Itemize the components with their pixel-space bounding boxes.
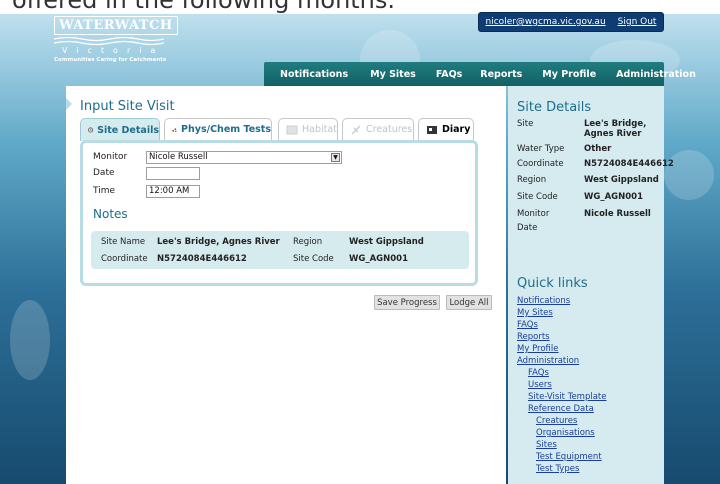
summary-site-name-value: Lee's Bridge, Agnes River [157, 237, 280, 247]
summary-coordinate-label: Coordinate [101, 254, 148, 264]
detail-value: WG_AGN001 [584, 192, 644, 202]
detail-key: Coordinate [517, 159, 564, 169]
clock-icon [88, 127, 94, 133]
summary-region-value: West Gippsland [349, 237, 424, 247]
nav-my-profile[interactable]: My Profile [542, 69, 596, 80]
tab-diary[interactable]: Diary [418, 118, 474, 140]
tab-habitat[interactable]: Habitat [278, 118, 338, 140]
detail-key: Site Code [517, 192, 558, 202]
summary-site-code-value: WG_AGN001 [349, 254, 409, 264]
notes-title: Notes [93, 207, 128, 221]
diary-icon [427, 125, 437, 134]
detail-value: West Gippsland [584, 175, 659, 185]
molecule-icon [172, 127, 177, 132]
time-input[interactable]: 12:00 AM [146, 185, 200, 198]
waterwatch-logo[interactable]: WATERWATCH Victoria Communities Caring f… [54, 14, 178, 70]
logo-wordmark: WATERWATCH [54, 16, 178, 35]
detail-region: Region West Gippsland [517, 175, 661, 187]
side-panel: Site Details Site Lee's Bridge, Agnes Ri… [508, 86, 674, 484]
monitor-row: Monitor Nicole Russell ▼ [93, 151, 473, 166]
habitat-icon [286, 125, 298, 134]
detail-monitor: Monitor Nicole Russell [517, 209, 661, 221]
sign-out-link[interactable]: Sign Out [618, 17, 657, 27]
page-title: Input Site Visit [80, 99, 175, 114]
quick-link-users[interactable]: Users [528, 380, 552, 390]
tab-creatures-label: Creatures [366, 124, 413, 135]
page-caption: offered in the following months. [12, 0, 396, 14]
quick-link-notifications[interactable]: Notifications [517, 296, 570, 306]
detail-date: Date [517, 223, 661, 235]
quick-link-sites[interactable]: Sites [536, 440, 557, 450]
time-label: Time [93, 186, 116, 196]
quick-link-my-sites[interactable]: My Sites [517, 308, 553, 318]
tab-diary-label: Diary [442, 124, 471, 135]
site-summary: Site Name Lee's Bridge, Agnes River Regi… [91, 231, 469, 269]
waves-icon [54, 36, 164, 46]
monitor-label: Monitor [93, 152, 128, 162]
time-row: Time 12:00 AM [93, 185, 473, 200]
tab-phys-chem-label: Phys/Chem Tests [181, 124, 271, 135]
summary-site-code-label: Site Code [293, 254, 334, 264]
site-details-form: Monitor Nicole Russell ▼ Date Time 12:00… [80, 140, 478, 286]
detail-key: Date [517, 223, 538, 233]
detail-value: Nicole Russell [584, 209, 651, 219]
quick-link-administration[interactable]: Administration [517, 356, 579, 366]
panel-pointer [66, 98, 72, 110]
account-email-link[interactable]: nicoler@wgcma.vic.gov.au [486, 17, 606, 27]
summary-region-label: Region [293, 237, 323, 247]
tab-habitat-label: Habitat [302, 124, 337, 135]
detail-water-type: Water Type Other [517, 144, 661, 156]
monitor-select[interactable]: Nicole Russell ▼ [146, 151, 342, 164]
quick-link-test-equipment[interactable]: Test Equipment [536, 452, 602, 462]
nav-reports[interactable]: Reports [480, 69, 522, 80]
quick-link-creatures[interactable]: Creatures [536, 416, 577, 426]
summary-coordinate-value: N5724084E446612 [157, 254, 247, 264]
lodge-all-button[interactable]: Lodge All [446, 295, 492, 310]
nav-notifications[interactable]: Notifications [280, 69, 348, 80]
account-bar: nicoler@wgcma.vic.gov.au Sign Out [478, 12, 664, 32]
tab-site-details-label: Site Details [97, 124, 159, 136]
nav-my-sites[interactable]: My Sites [370, 69, 416, 80]
detail-key: Site [517, 119, 534, 129]
background-bubble [10, 300, 50, 380]
tab-creatures[interactable]: Creatures [342, 118, 414, 140]
creature-icon [351, 124, 361, 135]
quick-link-test-types[interactable]: Test Types [536, 464, 579, 474]
chevron-down-icon: ▼ [331, 153, 340, 162]
summary-site-name-label: Site Name [101, 237, 146, 247]
quick-link-faqs[interactable]: FAQs [517, 320, 538, 330]
date-row: Date [93, 167, 473, 182]
save-progress-button[interactable]: Save Progress [374, 295, 440, 310]
detail-key: Water Type [517, 144, 565, 154]
detail-key: Monitor [517, 209, 550, 219]
quick-link-my-profile[interactable]: My Profile [517, 344, 559, 354]
detail-value: Other [584, 144, 612, 154]
site-details-title: Site Details [517, 100, 592, 115]
quick-links-title: Quick links [517, 276, 588, 291]
detail-key: Region [517, 175, 547, 185]
quick-link-admin-faqs[interactable]: FAQs [528, 368, 549, 378]
detail-site: Site Lee's Bridge, Agnes River [517, 119, 661, 139]
main-nav: Notifications My Sites FAQs Reports My P… [264, 62, 696, 86]
date-input[interactable] [146, 167, 200, 180]
tab-phys-chem-tests[interactable]: Phys/Chem Tests [164, 118, 272, 140]
nav-faqs[interactable]: FAQs [436, 69, 462, 80]
main-panel: Input Site Visit Site Details Phys/Chem … [66, 86, 506, 484]
quick-link-reference-data[interactable]: Reference Data [528, 404, 594, 414]
detail-site-code: Site Code WG_AGN001 [517, 192, 661, 204]
quick-link-site-visit-template[interactable]: Site-Visit Template [528, 392, 607, 402]
nav-administration[interactable]: Administration [616, 69, 696, 80]
quick-link-reports[interactable]: Reports [517, 332, 550, 342]
logo-region: Victoria [62, 46, 165, 55]
detail-value: N5724084E446612 [584, 159, 674, 169]
detail-coordinate: Coordinate N5724084E446612 [517, 159, 674, 171]
logo-tagline: Communities Caring for Catchments [54, 57, 167, 63]
quick-link-organisations[interactable]: Organisations [536, 428, 595, 438]
tab-site-details[interactable]: Site Details [80, 118, 160, 141]
background-bubble [664, 150, 714, 200]
detail-value: Lee's Bridge, Agnes River [584, 119, 647, 139]
monitor-select-value: Nicole Russell [149, 152, 208, 162]
date-label: Date [93, 168, 115, 178]
